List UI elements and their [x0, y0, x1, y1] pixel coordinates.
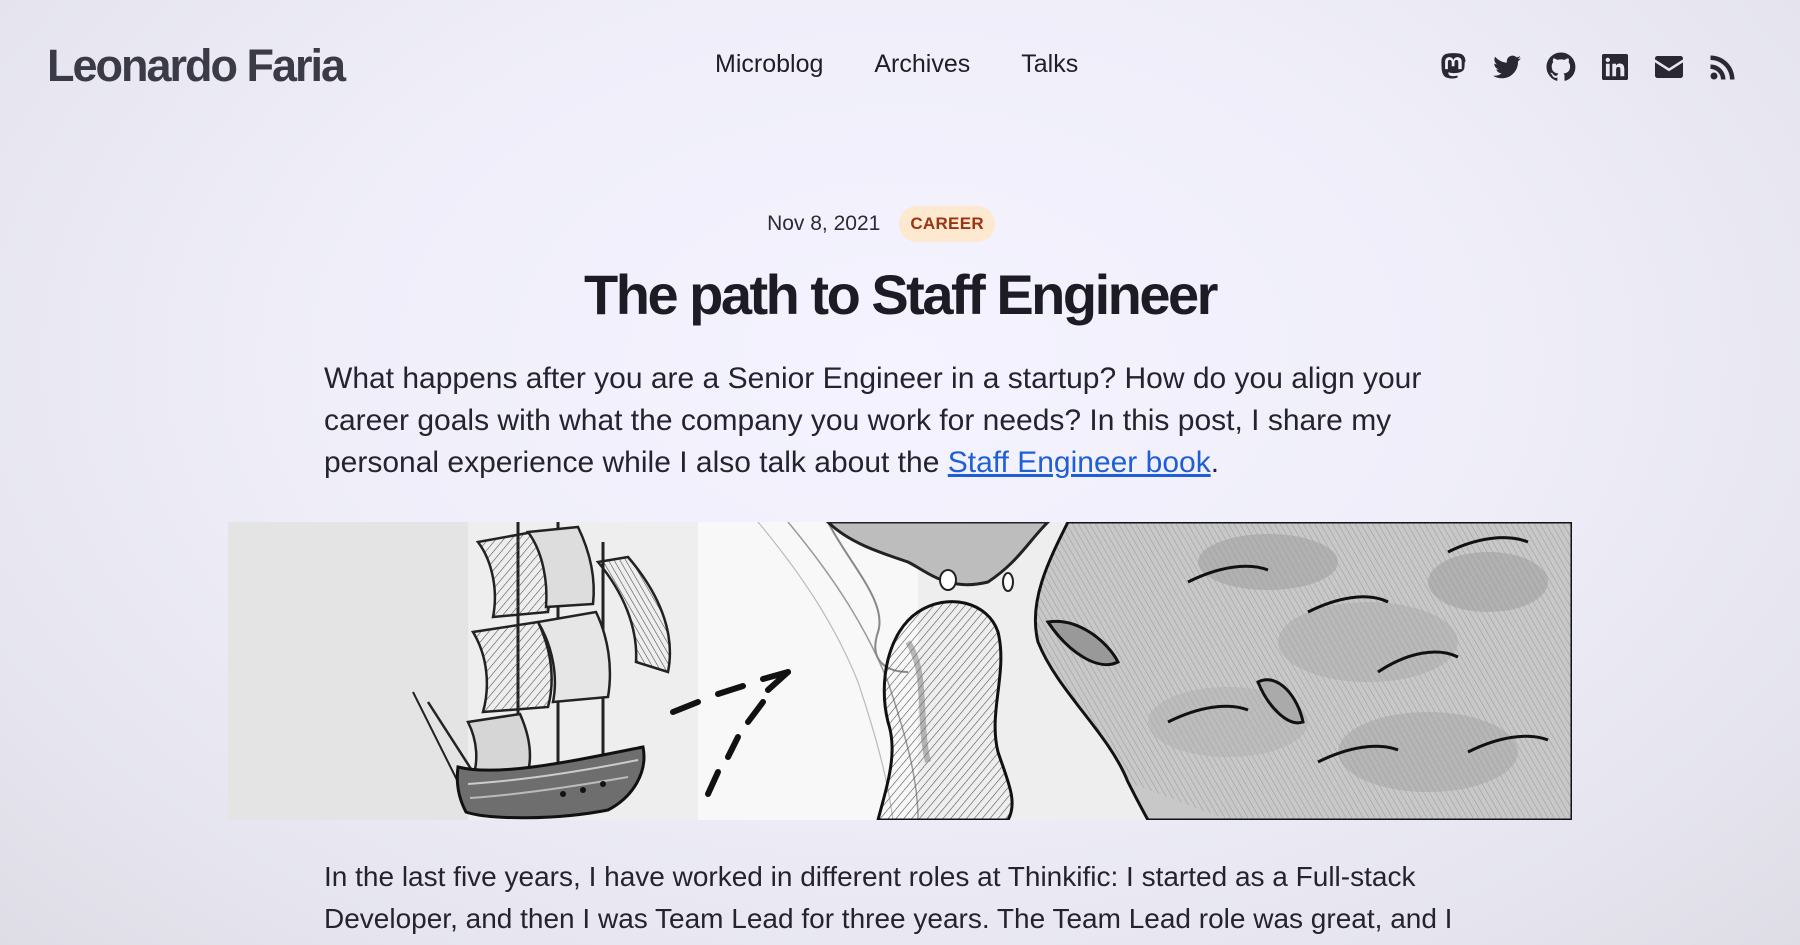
site-header: Leonardo Faria Microblog Archives Talks	[0, 0, 1800, 140]
mastodon-icon[interactable]	[1437, 51, 1469, 83]
nav-item-talks[interactable]: Talks	[1021, 50, 1078, 79]
body-line-2: Developer, and then I was Team Lead for …	[324, 903, 1453, 934]
nav-item-archives[interactable]: Archives	[874, 50, 970, 79]
body-line-1: In the last five years, I have worked in…	[324, 861, 1416, 892]
intro-end: .	[1210, 446, 1220, 479]
linkedin-icon[interactable]	[1599, 51, 1631, 83]
post-title: The path to Staff Engineer	[584, 263, 1218, 326]
intro-text: What happens after you are a Senior Engi…	[324, 362, 1422, 479]
site-title-link[interactable]: Leonardo Faria	[47, 40, 346, 92]
rss-icon[interactable]	[1707, 51, 1739, 83]
hero-image	[228, 522, 1572, 820]
nav-item-microblog[interactable]: Microblog	[715, 50, 823, 79]
post-body: In the last five years, I have worked in…	[324, 856, 1524, 940]
twitter-icon[interactable]	[1491, 51, 1523, 83]
email-icon[interactable]	[1653, 51, 1685, 83]
post-intro: What happens after you are a Senior Engi…	[324, 358, 1474, 484]
github-icon[interactable]	[1545, 51, 1577, 83]
post-meta: Nov 8, 2021 CAREER	[0, 206, 1781, 242]
post-date: Nov 8, 2021	[767, 212, 881, 235]
staff-engineer-book-link[interactable]: Staff Engineer book	[948, 446, 1211, 479]
main-nav: Microblog Archives Talks	[715, 50, 1129, 79]
ship-and-map-illustration	[228, 522, 1572, 820]
social-links	[1437, 51, 1739, 83]
tag-badge-career[interactable]: CAREER	[899, 206, 995, 242]
